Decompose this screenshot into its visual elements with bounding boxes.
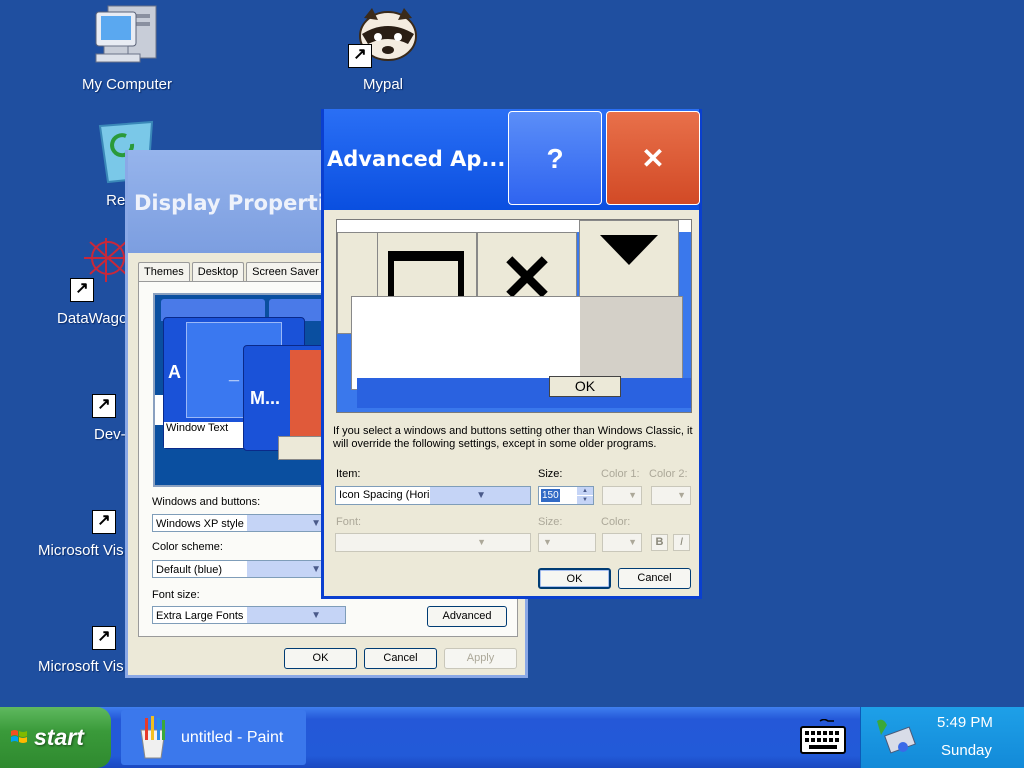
windows-flag-icon bbox=[11, 730, 27, 743]
color1-label: Color 1: bbox=[601, 468, 640, 480]
close-button[interactable]: ✕ bbox=[606, 111, 700, 205]
cancel-button[interactable]: Cancel bbox=[364, 648, 437, 669]
shortcut-arrow-icon: ↗ bbox=[348, 44, 372, 68]
font-size-label: Size: bbox=[538, 516, 563, 528]
preview-ok-button: OK bbox=[549, 376, 621, 397]
cancel-button[interactable]: Cancel bbox=[618, 568, 691, 589]
tab-strip: Themes Desktop Screen Saver bbox=[138, 262, 325, 281]
tab-desktop[interactable]: Desktop bbox=[191, 262, 245, 281]
color2-picker: ▼ bbox=[651, 486, 691, 505]
font-size-select: ▼ bbox=[538, 533, 596, 552]
shortcut-arrow-icon: ↗ bbox=[92, 510, 116, 534]
start-button[interactable]: start bbox=[0, 707, 111, 768]
help-button[interactable]: ? bbox=[508, 111, 602, 205]
tab-screen-saver[interactable]: Screen Saver bbox=[246, 262, 325, 281]
help-icon: ? bbox=[546, 143, 564, 174]
item-label: Item: bbox=[336, 468, 361, 480]
system-tray: 5:49 PM Sunday bbox=[860, 707, 1024, 768]
chevron-down-icon: ▼ bbox=[430, 487, 530, 504]
advanced-button[interactable]: Advanced bbox=[427, 606, 507, 627]
item-select[interactable]: Icon Spacing (Horiz ▼ bbox=[335, 486, 531, 505]
color1-picker: ▼ bbox=[602, 486, 642, 505]
chevron-down-icon: ▼ bbox=[247, 607, 345, 623]
font-label: Font: bbox=[336, 516, 362, 528]
clock-time[interactable]: 5:49 PM bbox=[937, 714, 993, 731]
size-value[interactable]: 150 bbox=[541, 489, 560, 502]
preview-active-title: A bbox=[168, 362, 181, 382]
on-screen-keyboard-icon[interactable] bbox=[800, 718, 846, 755]
bold-button: B bbox=[651, 534, 668, 551]
raccoon-icon: ↗ bbox=[348, 4, 418, 68]
clock-day: Sunday bbox=[941, 742, 992, 759]
font-color-picker: ▼ bbox=[602, 533, 642, 552]
preview-window-text: Window Text bbox=[164, 422, 244, 448]
taskbar: start untitled - Paint 5:49 PM Sunday bbox=[0, 707, 1024, 768]
paint-icon bbox=[140, 716, 166, 759]
windows-buttons-select[interactable]: Windows XP style ▼ bbox=[152, 514, 346, 532]
desktop-icon-label: My Computer bbox=[81, 76, 173, 93]
windows-buttons-label: Windows and buttons: bbox=[152, 496, 261, 508]
ok-button[interactable]: OK bbox=[538, 568, 611, 589]
font-color-label: Color: bbox=[601, 516, 631, 528]
font-size-select[interactable]: Extra Large Fonts ▼ bbox=[152, 606, 346, 624]
my-computer-icon bbox=[92, 4, 162, 68]
item-preview[interactable]: ✕ OK bbox=[336, 219, 692, 413]
desktop-icon-mypal[interactable]: ↗ Mypal bbox=[308, 4, 458, 93]
taskbar-item-paint[interactable]: untitled - Paint bbox=[121, 710, 306, 765]
shortcut-arrow-icon: ↗ bbox=[92, 626, 116, 650]
size-label: Size: bbox=[538, 468, 563, 480]
advanced-appearance-window: Advanced Ap... ? ✕ ✕ OK If you select a … bbox=[321, 109, 702, 599]
preview-inactive-title: M... bbox=[250, 388, 280, 408]
close-icon: ✕ bbox=[641, 143, 665, 174]
override-description: If you select a windows and buttons sett… bbox=[333, 425, 693, 450]
apply-button[interactable]: Apply bbox=[444, 648, 517, 669]
desktop-icon-label: Mypal bbox=[362, 76, 403, 93]
shortcut-arrow-icon: ↗ bbox=[70, 278, 94, 302]
desktop-icon-my-computer[interactable]: My Computer bbox=[52, 4, 202, 93]
ok-button[interactable]: OK bbox=[284, 648, 357, 669]
italic-button: I bbox=[673, 534, 690, 551]
font-size-label: Font size: bbox=[152, 589, 200, 601]
network-icon[interactable] bbox=[873, 715, 917, 759]
color-scheme-label: Color scheme: bbox=[152, 541, 223, 553]
font-select: ▼ bbox=[335, 533, 531, 552]
shortcut-arrow-icon: ↗ bbox=[92, 394, 116, 418]
size-spinner[interactable]: 150 ▲ ▼ bbox=[538, 486, 594, 505]
spin-up-icon[interactable]: ▲ bbox=[577, 487, 593, 495]
color2-label: Color 2: bbox=[649, 468, 688, 480]
color-scheme-select[interactable]: Default (blue) ▼ bbox=[152, 560, 346, 578]
spin-down-icon[interactable]: ▼ bbox=[577, 496, 593, 504]
tab-themes[interactable]: Themes bbox=[138, 262, 190, 281]
